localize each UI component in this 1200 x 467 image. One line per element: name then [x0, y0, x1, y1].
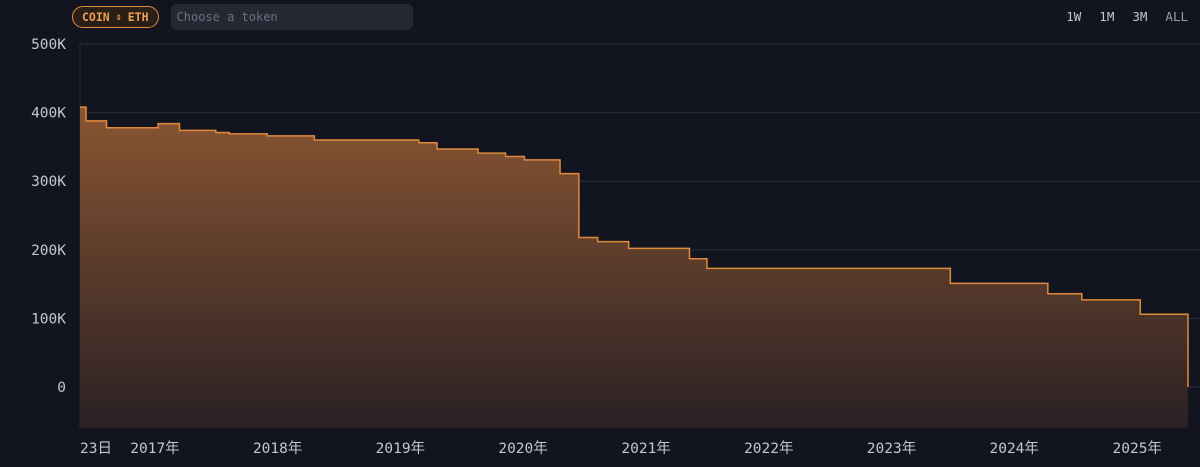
pair-left-label: COIN [82, 10, 110, 24]
x-tick-label: 2020年 [498, 440, 547, 457]
area-layer [79, 106, 1189, 428]
x-tick-label: 23日 [80, 441, 112, 457]
x-tick-label: 2022年 [744, 440, 793, 457]
range-1m-button[interactable]: 1M [1099, 9, 1114, 24]
y-axis: 0 100K 200K 300K 400K 500K [31, 37, 66, 396]
x-tick-label: 2024年 [989, 440, 1038, 457]
pair-right-label: ETH [127, 10, 149, 24]
range-selector: 1W 1M 3M ALL [1066, 9, 1188, 24]
supply-chart: 0 100K 200K 300K 400K 500K 23日 2017年 2018年 2019年… [31, 37, 1200, 457]
x-tick-label: 2023年 [867, 440, 916, 457]
x-tick-label: 2018年 [253, 440, 302, 457]
pair-toggle-button[interactable]: COIN ⇕ ETH [72, 6, 159, 28]
y-tick-label: 500K [31, 37, 66, 53]
supply-area-fill [80, 107, 1188, 428]
x-axis: 23日 2017年 2018年 2019年 2020年 2021年 2022年 2023年 20… [80, 440, 1162, 457]
x-tick-label: 2021年 [621, 440, 670, 457]
toolbar: COIN ⇕ ETH [72, 4, 413, 30]
range-all-button[interactable]: ALL [1165, 9, 1188, 24]
range-1w-button[interactable]: 1W [1066, 9, 1081, 24]
y-tick-label: 300K [31, 174, 66, 190]
token-search-input[interactable] [170, 4, 413, 30]
swap-icon: ⇕ [115, 11, 122, 23]
x-tick-label: 2019年 [376, 440, 425, 457]
y-tick-label: 400K [31, 106, 66, 122]
y-tick-label: 100K [31, 311, 66, 327]
x-tick-label: 2017年 [130, 440, 179, 457]
x-tick-label: 2025年 [1113, 440, 1162, 457]
y-tick-label: 200K [31, 243, 66, 259]
range-3m-button[interactable]: 3M [1132, 9, 1147, 24]
y-tick-label: 0 [57, 380, 66, 396]
chart-page: 0 100K 200K 300K 400K 500K 23日 2017年 2018年 2019年… [0, 0, 1200, 467]
